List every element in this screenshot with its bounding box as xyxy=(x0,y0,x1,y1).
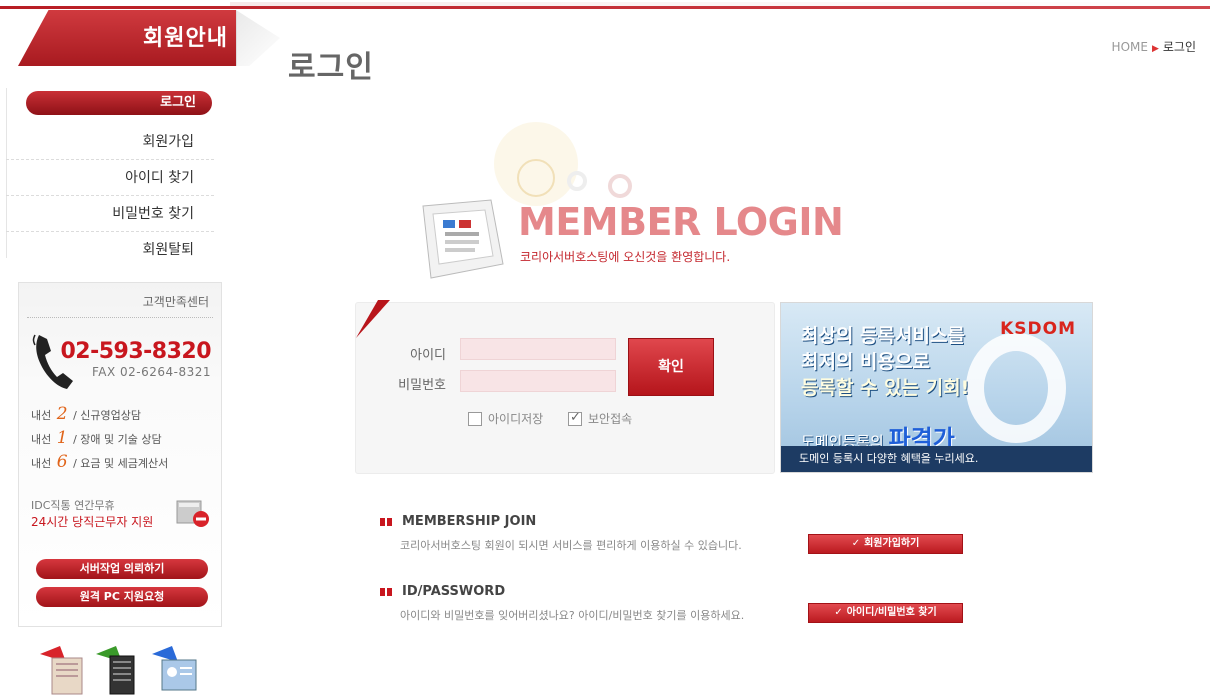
sidebar-item-find-password[interactable]: 비밀번호 찾기 xyxy=(6,196,214,232)
monitor-icon xyxy=(422,199,504,279)
sidebar-title: 회원안내 xyxy=(143,26,228,51)
section-description: 코리아서버호스팅 회원이 되시면 서비스를 편리하게 이용하실 수 있습니다. xyxy=(400,539,742,552)
breadcrumb: HOME ▶ 로그인 xyxy=(1112,38,1196,55)
server-icon xyxy=(176,500,209,527)
bullet-icon xyxy=(380,518,392,526)
sidebar-item-withdraw[interactable]: 회원탈퇴 xyxy=(6,232,214,268)
banner-line: 최저의 비용으로 xyxy=(801,351,930,373)
e-logo-icon xyxy=(966,333,1066,443)
id-label: 아이디 xyxy=(410,348,446,363)
join-button[interactable]: ✓ 회원가입하기 xyxy=(808,534,963,554)
server-rack-icon[interactable] xyxy=(94,644,142,696)
find-id-password-button[interactable]: ✓ 아이디/비밀번호 찾기 xyxy=(808,603,963,623)
domain-promo-banner[interactable]: 최상의 등록서비스를 최저의 비용으로 등록할 수 있는 기회! 도메인등록의 … xyxy=(780,302,1093,473)
sidebar-menu: 로그인 회원가입 아이디 찾기 비밀번호 찾기 회원탈퇴 xyxy=(6,88,214,268)
fax-number: FAX 02-6264-8321 xyxy=(91,365,211,379)
page-title: 로그인 xyxy=(288,50,374,85)
check-icon: ✓ xyxy=(834,607,843,618)
top-red-line xyxy=(0,6,1210,9)
customer-center-title: 고객만족센터 xyxy=(142,295,209,309)
password-input[interactable] xyxy=(460,370,616,392)
idc-text: IDC직통 연간무휴 xyxy=(31,499,115,512)
secure-login-label: 보안접속 xyxy=(588,412,633,426)
sidebar-item-find-id[interactable]: 아이디 찾기 xyxy=(6,160,214,196)
customer-center-box: 고객만족센터 02-593-8320 FAX 02-6264-8321 내선 2… xyxy=(18,282,222,627)
title-band-fold xyxy=(236,10,280,66)
save-id-checkbox[interactable]: 아이디저장 xyxy=(468,410,543,427)
corner-ribbon xyxy=(356,300,390,338)
banner-line: 최상의 등록서비스를 xyxy=(801,325,965,347)
checkbox-icon[interactable] xyxy=(468,411,482,426)
banner-footer: 도메인 등록시 다양한 혜택을 누리세요. xyxy=(781,446,1092,472)
member-login-heading: MEMBER LOGIN xyxy=(518,200,844,244)
welcome-text: 코리아서버호스팅에 오신것을 환영합니다. xyxy=(520,250,731,264)
secure-login-checkbox[interactable]: 보안접속 xyxy=(568,410,632,427)
id-card-icon[interactable] xyxy=(150,644,198,696)
section-title: MEMBERSHIP JOIN xyxy=(402,514,537,529)
chevron-right-icon: ▶ xyxy=(1151,44,1159,54)
extension-line: 내선 1 / 장애 및 기술 상담 xyxy=(31,428,162,448)
sidebar-item-login[interactable]: 로그인 xyxy=(26,91,212,115)
section-title: ID/PASSWORD xyxy=(402,584,506,599)
id-input[interactable] xyxy=(460,338,616,360)
server-work-request-button[interactable]: 서버작업 의뢰하기 xyxy=(36,559,208,579)
bullet-icon xyxy=(380,588,392,596)
sidebar-item-join[interactable]: 회원가입 xyxy=(6,124,214,160)
checked-checkbox-icon[interactable] xyxy=(568,410,582,426)
extension-line: 내선 2 / 신규영업상담 xyxy=(31,404,142,424)
breadcrumb-current: 로그인 xyxy=(1162,40,1196,54)
password-label: 비밀번호 xyxy=(398,378,446,393)
extension-line: 내선 6 / 요금 및 세금계산서 xyxy=(31,452,169,472)
divider xyxy=(27,317,213,318)
breadcrumb-home[interactable]: HOME xyxy=(1112,40,1148,54)
save-id-label: 아이디저장 xyxy=(488,412,544,426)
document-icon[interactable] xyxy=(38,644,86,696)
remote-pc-support-button[interactable]: 원격 PC 지원요청 xyxy=(36,587,208,607)
phone-number: 02-593-8320 xyxy=(60,339,211,364)
section-description: 아이디와 비밀번호를 잊어버리셨나요? 아이디/비밀번호 찾기를 이용하세요. xyxy=(400,609,745,622)
banner-line: 등록할 수 있는 기회! xyxy=(801,377,970,399)
sidebar-title-band: 회원안내 xyxy=(18,10,280,66)
ksdom-logo: KSDOM xyxy=(1000,319,1076,339)
idc-support-text: 24시간 당직근무자 지원 xyxy=(31,515,154,529)
check-icon: ✓ xyxy=(851,538,861,549)
login-confirm-button[interactable]: 확인 xyxy=(628,338,714,396)
extension-list: 내선 2 / 신규영업상담 내선 1 / 장애 및 기술 상담 내선 6 / 요… xyxy=(31,403,168,475)
